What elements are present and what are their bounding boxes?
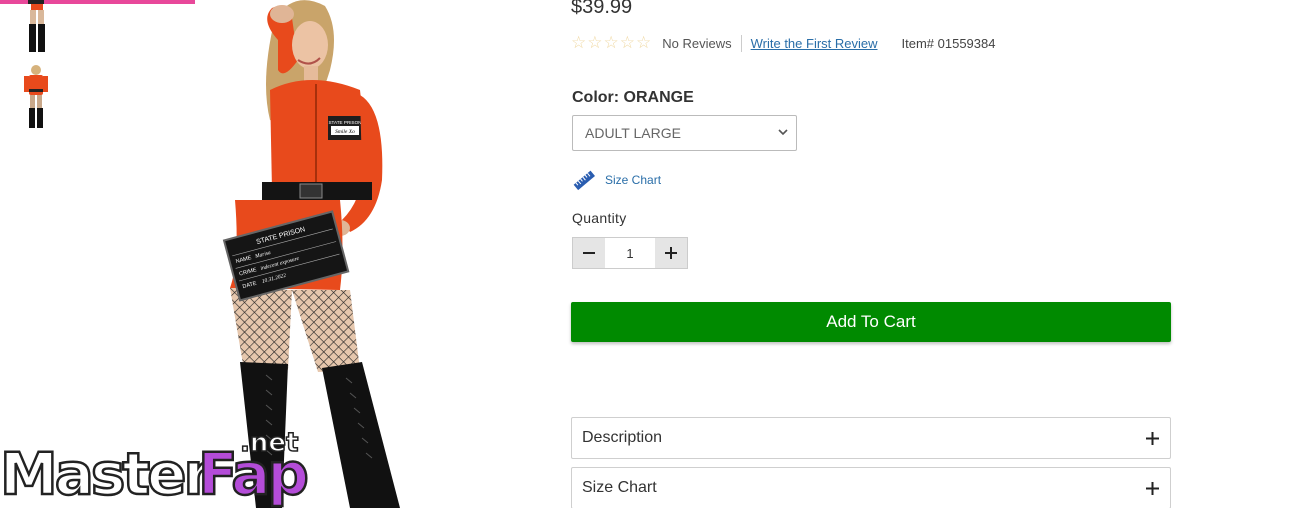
badge-text-line1: STATE PRISON xyxy=(328,120,361,125)
chevron-down-icon xyxy=(778,129,788,136)
decrease-quantity-button[interactable] xyxy=(573,238,605,268)
size-select[interactable]: ADULT LARGE xyxy=(572,115,797,151)
empty-star-icon: ☆ xyxy=(603,32,619,53)
size-chart-link-label: Size Chart xyxy=(605,173,662,187)
accordion-label: Description xyxy=(582,429,663,446)
thumbnail-full[interactable] xyxy=(18,64,54,130)
star-rating: ☆ ☆ ☆ ☆ ☆ xyxy=(571,32,652,53)
rating-row: ☆ ☆ ☆ ☆ ☆ No Reviews Write the First Rev… xyxy=(571,33,995,53)
product-price: $39.99 xyxy=(571,0,633,18)
plus-icon xyxy=(1146,481,1159,495)
increase-quantity-button[interactable] xyxy=(655,238,687,268)
empty-star-icon: ☆ xyxy=(571,32,587,53)
watermark-net: .net xyxy=(239,427,299,459)
write-first-review-link[interactable]: Write the First Review xyxy=(751,36,878,51)
color-label: Color: ORANGE xyxy=(572,89,694,106)
badge-text-line2: Smile Xo xyxy=(335,129,355,135)
ruler-icon xyxy=(573,170,595,191)
item-number: Item# 01559384 xyxy=(901,35,996,51)
size-chart-link[interactable]: Size Chart xyxy=(572,168,661,192)
accordion-label: Size Chart xyxy=(582,479,657,496)
empty-star-icon: ☆ xyxy=(619,32,635,53)
size-select-value: ADULT LARGE xyxy=(585,125,681,141)
empty-star-icon: ☆ xyxy=(636,32,652,53)
quantity-stepper: 1 xyxy=(572,237,688,269)
plus-icon xyxy=(665,247,677,259)
quantity-input[interactable]: 1 xyxy=(605,238,655,268)
add-to-cart-button[interactable]: Add To Cart xyxy=(571,302,1171,342)
plus-icon xyxy=(1146,431,1159,445)
site-watermark: Master Fap .net xyxy=(0,427,310,508)
divider xyxy=(740,34,742,52)
minus-icon xyxy=(583,252,595,254)
thumbnail-front[interactable] xyxy=(18,0,54,54)
empty-star-icon: ☆ xyxy=(587,32,603,53)
watermark-master: Master xyxy=(0,439,213,508)
description-accordion[interactable]: Description xyxy=(571,417,1171,459)
quantity-label: Quantity xyxy=(572,210,627,226)
size-chart-accordion[interactable]: Size Chart xyxy=(571,467,1171,508)
review-count: No Reviews xyxy=(662,35,732,51)
